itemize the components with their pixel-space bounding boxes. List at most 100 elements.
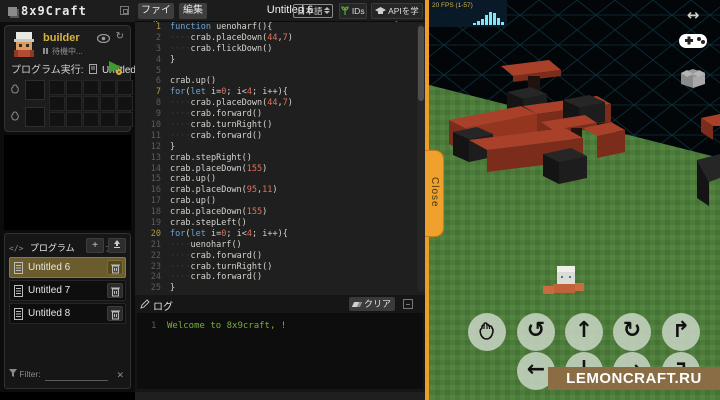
watermark-banner: LEMONCRAFT.RU — [548, 367, 720, 390]
control-rotate-ccw-button[interactable]: ↺ — [517, 313, 555, 351]
inventory-slot[interactable] — [66, 96, 82, 111]
log-panel: ログ クリア 1 Welcome to 8x9craft, ! — [135, 295, 425, 392]
inventory-slot[interactable] — [49, 96, 65, 111]
log-collapse-icon[interactable] — [403, 299, 413, 309]
editor-column: ファイル 編集 Untitled 6 日本語 IDs APIを学ぶ 1funct… — [135, 0, 425, 400]
inventory-slot[interactable] — [117, 80, 133, 95]
run-program-row: プログラム実行: Untitled 6 — [11, 59, 144, 77]
code-line: 21 ····uenoharf() — [150, 239, 242, 250]
code-line: 25} — [150, 283, 176, 294]
control-rotate-cw-button[interactable]: ↻ — [613, 313, 651, 351]
sidebar-header: 8x9Craft — [0, 0, 135, 22]
delete-program-button[interactable] — [107, 283, 123, 298]
program-name: Untitled 7 — [28, 285, 71, 296]
tab-programs[interactable]: プログラム — [30, 243, 75, 253]
filter-label: Filter: — [19, 369, 41, 379]
ids-button[interactable]: IDs — [339, 3, 367, 19]
code-line: 13 crab.stepRight() — [150, 152, 252, 163]
menu-file-button[interactable]: ファイル — [138, 3, 174, 32]
fps-counter: 20 FPS (1-57) — [432, 2, 473, 9]
filter-clear-icon[interactable]: ✕ — [116, 370, 124, 381]
log-body: 1 Welcome to 8x9craft, ! — [137, 313, 423, 389]
code-line: 11 ····crab.forward() — [150, 130, 263, 141]
close-label: Close — [429, 177, 440, 208]
inventory-slot[interactable] — [66, 112, 82, 127]
app-logo: 8x9Craft — [21, 4, 87, 18]
window-restore-icon[interactable] — [120, 6, 129, 15]
sidebar: 8x9Craft builder 待機中... ↻ プログラム実行: Untit… — [0, 0, 144, 400]
code-line: 8 ····crab.placeDown(44,7) — [155, 98, 293, 109]
code-line: 7 for(let i=0; i<4; i++){ — [155, 87, 288, 98]
inventory-slot[interactable] — [66, 80, 82, 95]
gamepad-icon[interactable] — [678, 30, 708, 52]
delete-program-button[interactable] — [107, 260, 123, 275]
document-icon — [14, 262, 23, 274]
program-item[interactable]: Untitled 6 — [9, 257, 126, 278]
delete-program-button[interactable] — [107, 306, 123, 321]
refresh-icon[interactable]: ↻ — [116, 31, 124, 42]
inventory-slot[interactable] — [100, 96, 116, 111]
program-item[interactable]: Untitled 8 — [9, 303, 126, 324]
code-line: 14 crab.placeDown(155) — [150, 163, 268, 174]
character-name: builder — [43, 32, 80, 44]
inventory-slot[interactable] — [49, 80, 65, 95]
code-line: 9 ····crab.forward() — [155, 109, 263, 120]
filter-bar: Filter: ✕ — [9, 369, 126, 383]
inventory-slot[interactable] — [100, 80, 116, 95]
visibility-eye-icon[interactable] — [97, 34, 110, 43]
add-program-button[interactable]: + — [86, 238, 104, 253]
inventory-slot[interactable] — [117, 96, 133, 111]
code-line: 16 crab.placeDown(95,11) — [150, 185, 278, 196]
learn-api-button[interactable]: APIを学ぶ — [371, 3, 423, 30]
code-line: 18 crab.placeDown(155) — [150, 207, 268, 218]
inventory-slot[interactable] — [83, 112, 99, 127]
inventory-slot[interactable] — [100, 112, 116, 127]
control-up-button[interactable]: ↑ — [565, 313, 603, 351]
trash-icon — [111, 287, 120, 297]
game-toolbar: ↔ — [676, 6, 710, 94]
close-panel-tab[interactable]: Close — [425, 150, 444, 237]
code-line: 23 ····crab.turnRight() — [150, 261, 273, 272]
log-header: ログ クリア — [135, 295, 425, 313]
code-line: 2 ····crab.placeDown(44,7) — [155, 32, 293, 43]
code-line: 15 crab.up() — [150, 174, 217, 185]
builder-avatar — [14, 32, 34, 57]
filter-input[interactable] — [45, 371, 108, 381]
program-list: Untitled 6 Untitled 7 Untitled 8 — [9, 257, 126, 326]
watermark-text: LEMONCRAFT.RU — [566, 370, 702, 387]
code-line: 10 ····crab.turnRight() — [150, 120, 273, 131]
log-line: 1 Welcome to 8x9craft, ! — [151, 321, 287, 331]
inventory-slot[interactable] — [117, 112, 133, 127]
upload-program-button[interactable] — [108, 238, 126, 253]
logo-icon — [8, 6, 17, 16]
code-editor[interactable]: 1 function uenoharf(){2 ····crab.placeDown… — [135, 22, 425, 295]
code-line: 17 crab.up() — [150, 196, 217, 207]
log-title: ログ — [153, 302, 173, 313]
inventory-slot[interactable] — [83, 96, 99, 111]
inventory-box-icon[interactable] — [679, 65, 707, 89]
hand-slot-2[interactable] — [25, 107, 45, 127]
language-select[interactable]: 日本語 — [293, 4, 333, 18]
code-line: 24 ····crab.forward() — [150, 272, 263, 283]
hand-slot-icon — [11, 84, 19, 94]
trash-icon — [111, 310, 120, 320]
control-hand-button[interactable] — [468, 313, 506, 351]
run-play-flag-button[interactable] — [106, 59, 124, 77]
fps-histogram — [473, 12, 504, 25]
inventory-slot[interactable] — [49, 112, 65, 127]
control-turn-up-button[interactable]: ↱ — [662, 313, 700, 351]
code-line: 3 ····crab.flickDown() — [155, 43, 273, 54]
menu-edit-button[interactable]: 編集 — [179, 3, 207, 19]
character-panel: builder 待機中... ↻ プログラム実行: Untitled 6 — [4, 25, 144, 132]
code-line: 1 function uenoharf(){ — [155, 22, 273, 32]
resize-horizontal-icon[interactable]: ↔ — [676, 6, 710, 24]
inventory-slot[interactable] — [83, 80, 99, 95]
hand-slot-1[interactable] — [25, 80, 45, 100]
program-item[interactable]: Untitled 7 — [9, 280, 126, 301]
game-viewport[interactable]: 20 FPS (1-57) ↔ Close ↺↑↻↱←↓→↴ L — [425, 0, 720, 400]
log-clear-button[interactable]: クリア — [349, 297, 395, 311]
8x9craft-app: 8x9Craft builder 待機中... ↻ プログラム実行: Untit… — [0, 0, 720, 400]
document-title: Untitled 6 — [266, 4, 314, 16]
code-tab-icon: </> — [9, 244, 24, 253]
document-icon — [14, 285, 23, 297]
